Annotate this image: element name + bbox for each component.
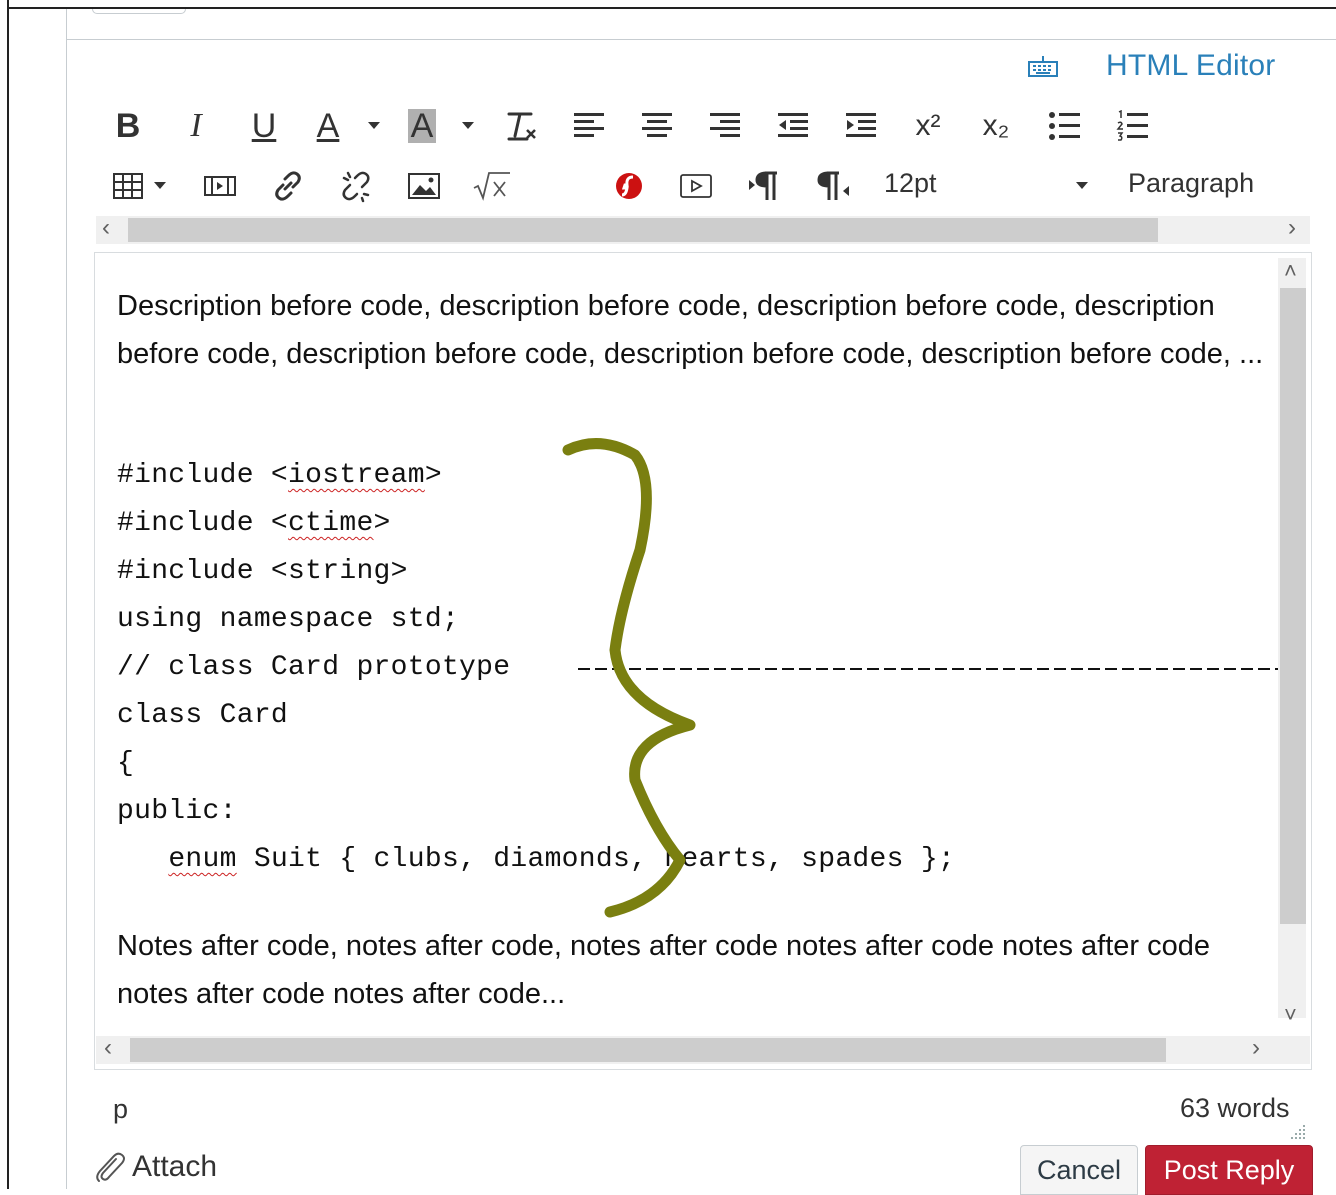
code-line-1: #include <iostream> xyxy=(117,460,442,491)
code-line-3: #include <string> xyxy=(117,556,408,587)
previous-section-tab xyxy=(92,9,186,14)
text-color-dropdown-icon[interactable] xyxy=(368,122,380,129)
keyboard-icon[interactable] xyxy=(1026,54,1060,78)
embed-video-button[interactable] xyxy=(678,166,714,206)
link-icon xyxy=(275,171,301,201)
italic-button[interactable]: I xyxy=(180,104,212,148)
indent-icon xyxy=(846,113,876,137)
align-right-button[interactable] xyxy=(706,104,744,148)
post-reply-button[interactable]: Post Reply xyxy=(1145,1145,1313,1195)
align-right-icon xyxy=(710,113,740,137)
numbered-list-button[interactable] xyxy=(1114,104,1152,148)
indent-button[interactable] xyxy=(842,104,880,148)
element-path[interactable]: p xyxy=(113,1094,128,1125)
equation-button[interactable] xyxy=(472,166,512,206)
cancel-button[interactable]: Cancel xyxy=(1020,1145,1138,1195)
outdent-icon xyxy=(778,113,808,137)
editor-scroll-left-icon[interactable]: ‹ xyxy=(104,1036,112,1060)
code-line-4: using namespace std; xyxy=(117,604,460,635)
align-left-button[interactable] xyxy=(570,104,608,148)
font-size-select[interactable]: 12pt xyxy=(884,168,937,199)
code-comment-dashes xyxy=(578,668,1278,670)
toolbar-scrollbar-thumb[interactable] xyxy=(128,218,1158,242)
embed-video-icon xyxy=(680,174,712,198)
flash-icon xyxy=(616,173,642,199)
scroll-left-icon[interactable]: ‹ xyxy=(102,216,110,240)
media-button[interactable] xyxy=(202,166,238,206)
background-color-dropdown-icon[interactable] xyxy=(462,122,474,129)
outdent-button[interactable] xyxy=(774,104,812,148)
rtl-paragraph-button[interactable] xyxy=(814,166,852,206)
text-color-button[interactable]: A xyxy=(310,104,346,148)
ltr-paragraph-button[interactable] xyxy=(746,166,782,206)
code-line-8: public: xyxy=(117,796,237,827)
image-icon xyxy=(408,173,440,199)
table-dropdown-icon[interactable] xyxy=(154,182,166,189)
attach-button[interactable]: Attach xyxy=(90,1148,217,1186)
editor-scroll-right-icon[interactable]: › xyxy=(1252,1036,1260,1060)
spellcheck-word: enum xyxy=(168,844,237,875)
unlink-button[interactable] xyxy=(338,166,374,206)
background-color-label: A xyxy=(407,109,437,143)
attach-label: Attach xyxy=(132,1150,218,1183)
paperclip-icon xyxy=(90,1148,128,1186)
numbered-list-icon xyxy=(1116,110,1148,141)
spellcheck-word: ctime xyxy=(288,508,374,539)
html-editor-link[interactable]: HTML Editor xyxy=(1106,49,1275,83)
html-editor-toggle[interactable]: HTML Editor xyxy=(1026,46,1275,86)
previous-section xyxy=(66,9,1336,40)
background-color-button[interactable]: A xyxy=(404,104,440,148)
table-button[interactable] xyxy=(110,166,146,206)
code-line-5: // class Card prototype xyxy=(117,652,528,683)
scroll-down-icon[interactable]: ˅ xyxy=(1284,1002,1297,1028)
align-center-icon xyxy=(642,113,672,137)
spellcheck-word: iostream xyxy=(288,460,425,491)
word-count: 63 words xyxy=(1180,1093,1290,1123)
equation-icon xyxy=(473,172,510,201)
image-button[interactable] xyxy=(406,166,442,206)
link-button[interactable] xyxy=(270,166,306,206)
subscript-button[interactable]: x₂ xyxy=(976,104,1016,148)
media-icon xyxy=(204,176,236,196)
bold-button[interactable]: B xyxy=(112,104,144,148)
code-line-7: { xyxy=(117,748,135,779)
scroll-right-icon[interactable]: › xyxy=(1288,216,1296,240)
editor-horizontal-scrollbar-thumb[interactable] xyxy=(130,1038,1166,1062)
underline-button[interactable]: U xyxy=(248,104,280,148)
font-size-dropdown-icon[interactable] xyxy=(1076,182,1088,189)
table-icon xyxy=(113,173,143,199)
resize-grip-icon[interactable] xyxy=(1290,1124,1306,1140)
code-line-9: enum Suit { clubs, diamonds, hearts, spa… xyxy=(168,844,956,875)
bulleted-list-button[interactable] xyxy=(1046,104,1084,148)
align-left-icon xyxy=(574,113,604,137)
text-color-label: A xyxy=(316,106,340,145)
superscript-button[interactable]: x² xyxy=(908,104,948,148)
description-paragraph: Description before code, description bef… xyxy=(117,290,1264,370)
unlink-icon xyxy=(342,171,370,203)
flash-button[interactable] xyxy=(612,166,646,206)
clear-formatting-button[interactable] xyxy=(502,104,540,148)
scroll-up-icon[interactable]: ˄ xyxy=(1284,258,1297,284)
block-format-select[interactable]: Paragraph xyxy=(1128,168,1254,199)
notes-paragraph: Notes after code, notes after code, note… xyxy=(117,930,1211,1010)
code-line-2: #include <ctime> xyxy=(117,508,391,539)
code-line-6: class Card xyxy=(117,700,289,731)
editor-vertical-scrollbar-thumb[interactable] xyxy=(1280,288,1306,924)
frame-left-border xyxy=(7,0,9,1189)
align-center-button[interactable] xyxy=(638,104,676,148)
clear-formatting-icon xyxy=(507,112,536,141)
rtl-paragraph-icon xyxy=(817,171,849,200)
bulleted-list-icon xyxy=(1049,112,1080,140)
ltr-paragraph-icon xyxy=(749,171,777,200)
